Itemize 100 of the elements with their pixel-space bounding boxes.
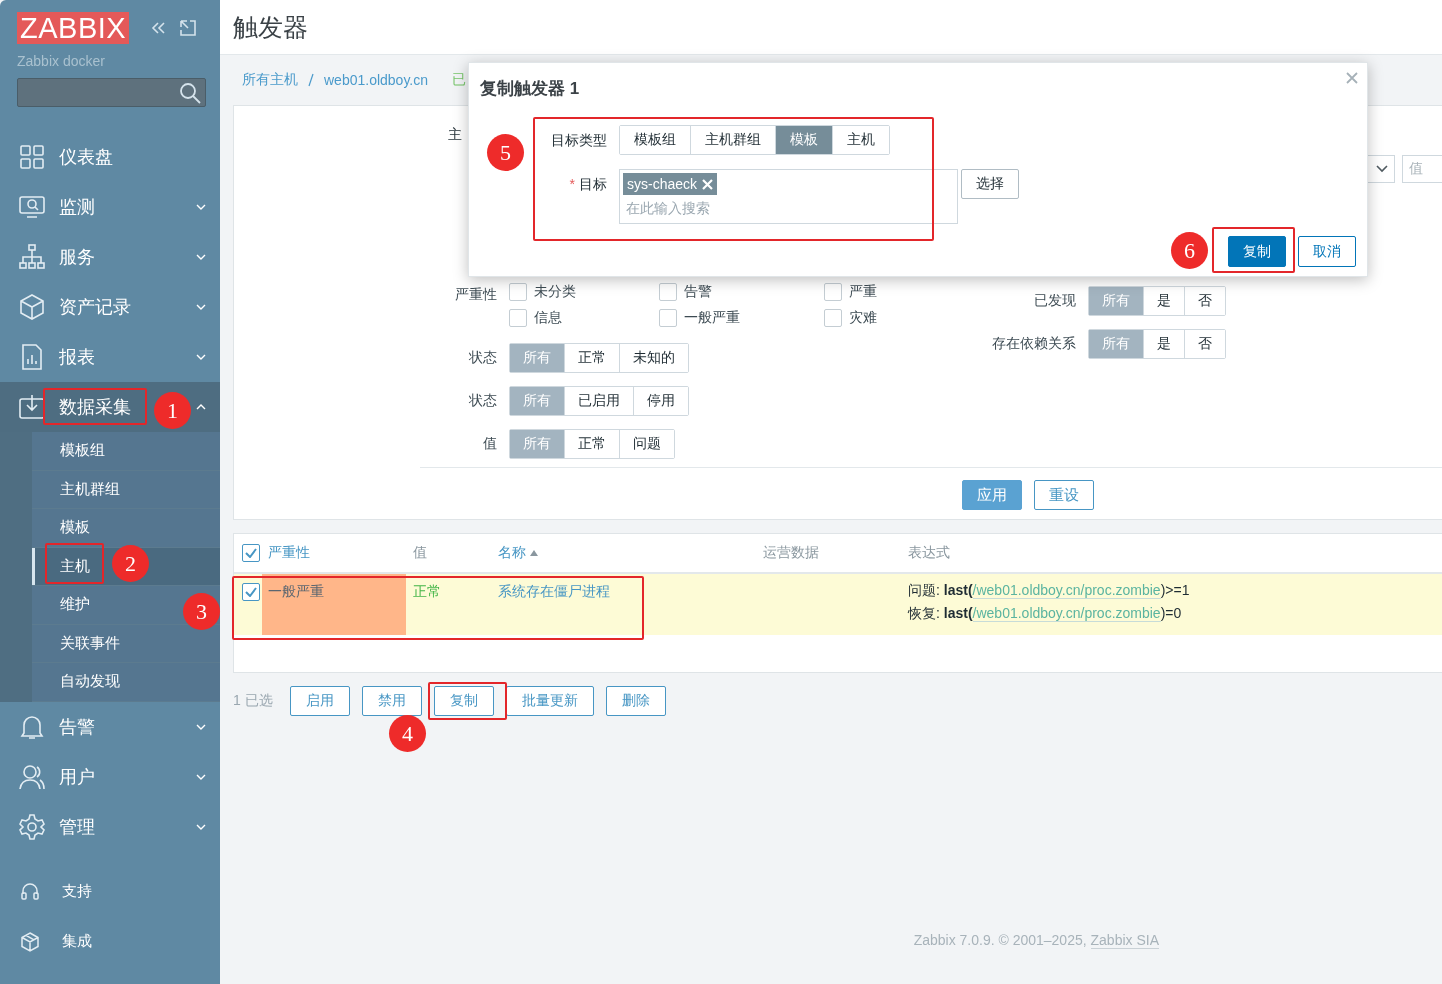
checkbox[interactable]: [824, 283, 842, 301]
checkbox[interactable]: [509, 283, 527, 301]
search-field[interactable]: [17, 78, 206, 107]
report-icon: [19, 344, 45, 370]
dialog-button[interactable]: 取消: [1298, 236, 1356, 267]
breadcrumb-link[interactable]: 所有主机: [242, 71, 298, 89]
checkbox[interactable]: [242, 583, 260, 601]
dialog-button[interactable]: 复制: [1228, 236, 1286, 267]
submenu-item[interactable]: 关联事件: [60, 633, 120, 653]
breadcrumb-tab[interactable]: 已: [452, 71, 467, 89]
menu-item[interactable]: 告警: [0, 701, 220, 752]
segment-option[interactable]: 否: [1184, 287, 1225, 315]
submenu-item[interactable]: 维护: [60, 595, 90, 615]
menu-item[interactable]: 支持: [0, 866, 220, 917]
column-header: 值: [413, 544, 427, 560]
dashboard-icon: [19, 144, 45, 170]
submenu-item[interactable]: 模板: [60, 518, 90, 538]
bell-icon: [19, 713, 45, 740]
remove-icon[interactable]: [702, 178, 714, 190]
checkbox[interactable]: [509, 309, 527, 327]
field-label: 已发现: [1033, 292, 1077, 310]
filter-button[interactable]: 应用: [962, 480, 1022, 510]
chevron-down-icon: [1376, 165, 1388, 173]
step-marker: 4: [389, 715, 426, 752]
value-field[interactable]: 值: [1402, 155, 1442, 183]
checkbox[interactable]: [242, 544, 260, 562]
item-link[interactable]: /web01.oldboy.cn/proc.zombie: [972, 582, 1161, 599]
field-label: 存在依赖关系: [991, 335, 1077, 353]
segment-option[interactable]: 模板: [775, 126, 832, 154]
segment-option[interactable]: 否: [1184, 330, 1225, 358]
tag-chip[interactable]: sys-chaeck: [623, 173, 718, 195]
segment-option[interactable]: 所有: [510, 430, 564, 458]
trigger-link[interactable]: 系统存在僵尸进程: [498, 574, 763, 601]
column-header: 表达式: [908, 544, 950, 560]
segment-option[interactable]: 所有: [510, 387, 564, 415]
chevron-down-icon: [196, 723, 206, 730]
checkbox-label: 信息: [534, 309, 562, 327]
segment-option[interactable]: 主机: [832, 126, 889, 154]
field-label: 值: [482, 435, 498, 453]
search-icon: [179, 81, 201, 104]
chevron-down-icon: [196, 204, 206, 210]
field-label: 严重性: [454, 286, 498, 304]
kiosk-icon[interactable]: [179, 19, 198, 37]
submenu-item[interactable]: 主机群组: [60, 479, 120, 499]
segment-option[interactable]: 所有: [510, 344, 564, 372]
menu-item[interactable]: 资产记录: [0, 282, 220, 332]
segment-option[interactable]: 停用: [633, 387, 688, 415]
check-icon: [245, 587, 257, 597]
selected-count: 1 已选: [233, 692, 273, 710]
submenu-item[interactable]: 自动发现: [60, 672, 120, 692]
cube-icon: [19, 294, 45, 320]
checkbox-label: 灾难: [849, 309, 877, 327]
field-label: 主: [448, 126, 462, 144]
action-button[interactable]: 批量更新: [505, 686, 594, 716]
segment-option[interactable]: 问题: [619, 430, 674, 458]
expression-text: 问题: last(/web01.oldboy.cn/proc.zombie)>=1: [908, 581, 1191, 601]
close-icon[interactable]: [1345, 71, 1359, 85]
action-button[interactable]: 删除: [605, 686, 666, 716]
segment-option[interactable]: 所有: [1089, 330, 1143, 358]
menu-item[interactable]: 用户: [0, 751, 220, 802]
target-field[interactable]: sys-chaeck 在此输入搜索: [619, 169, 958, 224]
column-header-link[interactable]: 严重性: [268, 544, 310, 560]
cube-icon: [20, 931, 40, 952]
item-link[interactable]: /web01.oldboy.cn/proc.zombie: [972, 605, 1161, 622]
submenu-item[interactable]: 模板组: [60, 441, 105, 461]
check-icon: [245, 548, 257, 558]
chevron-down-icon: [196, 773, 206, 780]
filter-button[interactable]: 重设: [1034, 480, 1094, 510]
checkbox[interactable]: [659, 309, 677, 327]
table-row[interactable]: 一般严重 正常 系统存在僵尸进程 问题: last(/web01.oldboy.cn/proc.zombie)>=1 恢复: last(/web01.oldboy.cn/proc.zombie)=0: [234, 574, 1442, 635]
segment-option[interactable]: 所有: [1089, 287, 1143, 315]
action-button[interactable]: 复制: [433, 686, 494, 716]
column-header-link[interactable]: 名称: [498, 544, 526, 560]
column-header: 运营数据: [763, 544, 819, 560]
copyright-text: Zabbix 7.0.9. © 2001–2025, Zabbix SIA: [913, 932, 1159, 948]
download-icon: [19, 394, 45, 420]
chevron-down-icon: [196, 254, 206, 260]
chevron-down-icon: [196, 823, 206, 830]
menu-item[interactable]: 集成: [0, 916, 220, 967]
menu-item[interactable]: 仪表盘: [0, 132, 220, 182]
company-link[interactable]: Zabbix SIA: [1090, 932, 1159, 949]
action-button[interactable]: 启用: [289, 686, 350, 716]
menu-item[interactable]: 监测: [0, 182, 220, 232]
dialog-title: 复制触发器 1: [480, 78, 580, 100]
menu-item[interactable]: 报表: [0, 332, 220, 382]
action-button[interactable]: 禁用: [361, 686, 422, 716]
menu-item[interactable]: 管理: [0, 801, 220, 852]
select-button[interactable]: 选择: [961, 169, 1019, 199]
checkbox[interactable]: [824, 309, 842, 327]
submenu-item[interactable]: 主机: [60, 556, 90, 576]
chevron-down-icon: [196, 304, 206, 310]
field-label: 状态: [468, 392, 498, 410]
breadcrumb-link[interactable]: web01.oldboy.cn: [324, 72, 429, 88]
segment-option[interactable]: 未知的: [619, 344, 688, 372]
menu-item[interactable]: 服务: [0, 232, 220, 282]
severity-cell: 一般严重: [262, 574, 406, 635]
zabbix-logo[interactable]: ZABBIX: [17, 12, 130, 44]
user-icon: [19, 763, 45, 790]
field-label: 状态: [468, 349, 498, 367]
checkbox[interactable]: [659, 283, 677, 301]
